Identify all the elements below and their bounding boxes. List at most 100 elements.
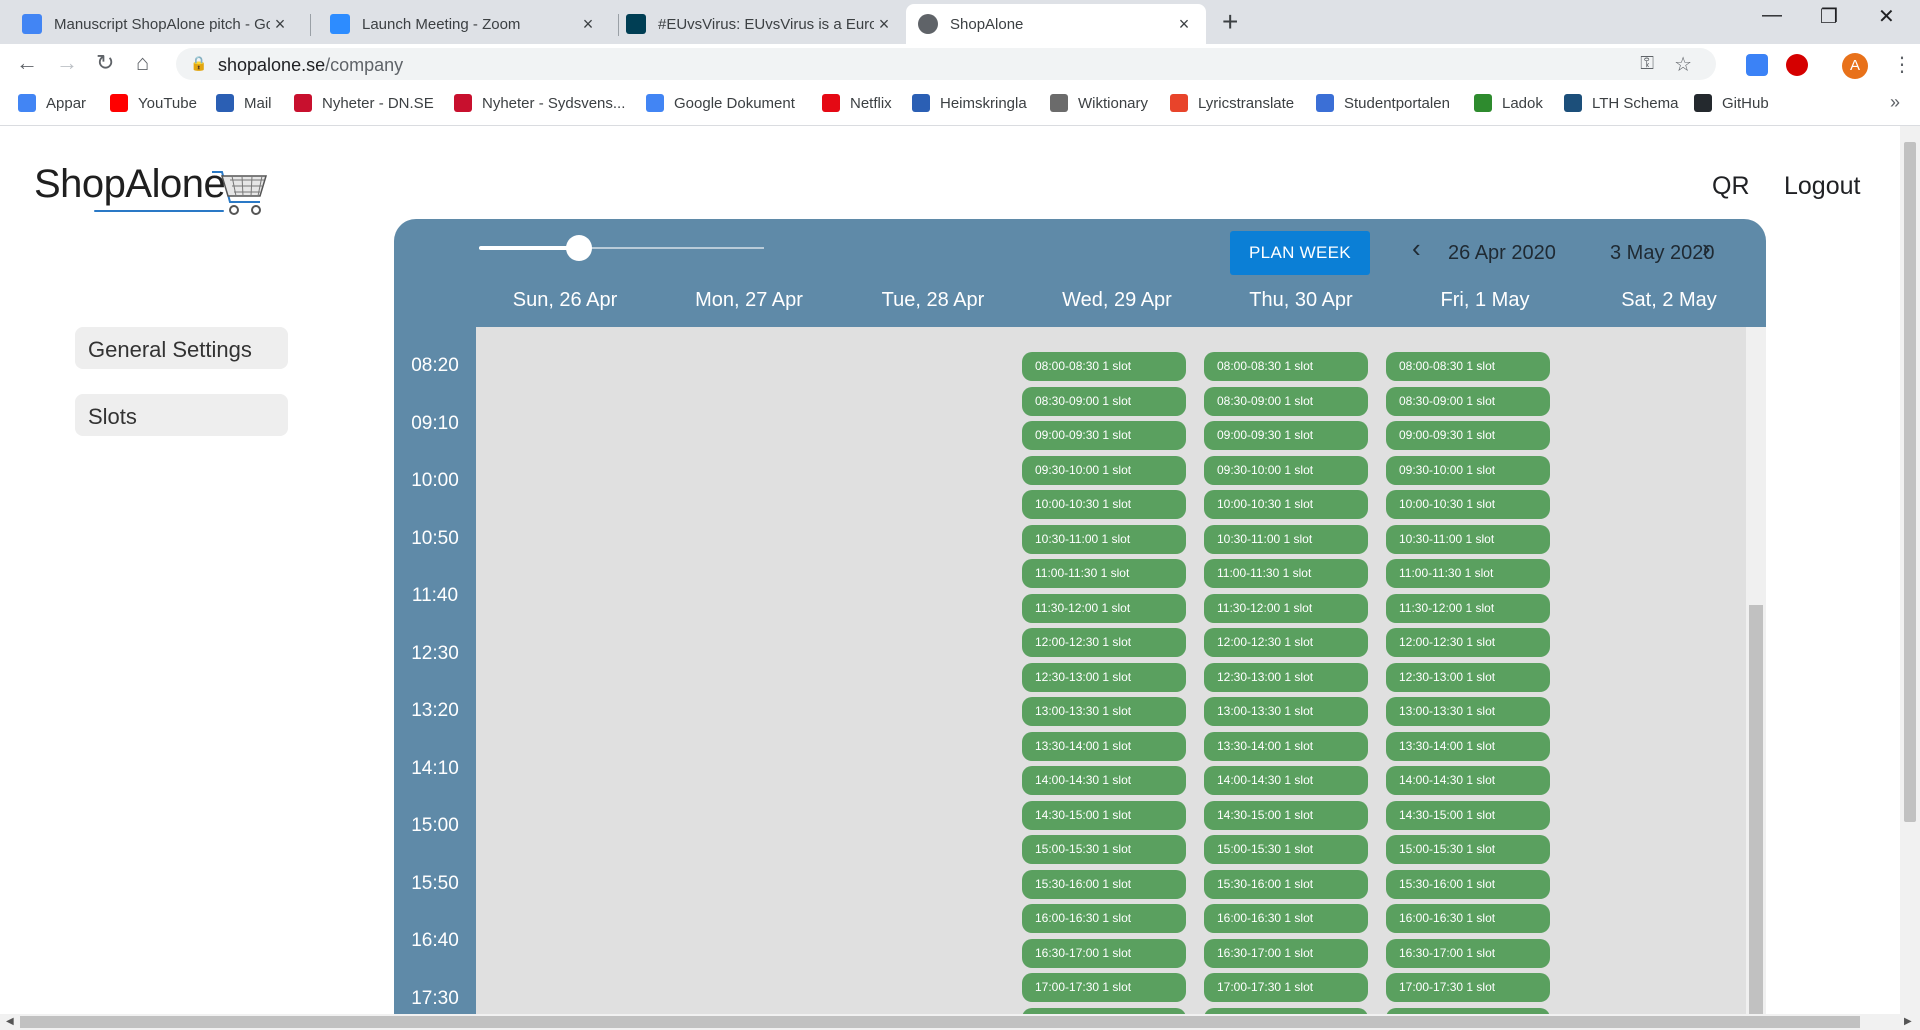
zoom-slider-thumb[interactable] bbox=[566, 235, 592, 261]
profile-avatar[interactable]: A bbox=[1842, 53, 1868, 79]
slot-button[interactable]: 10:30-11:00 1 slot bbox=[1204, 524, 1368, 554]
slot-button[interactable]: 14:00-14:30 1 slot bbox=[1204, 766, 1368, 795]
slot-button[interactable]: 09:00-09:30 1 slot bbox=[1022, 421, 1186, 450]
plan-week-button[interactable]: PLAN WEEK bbox=[1230, 231, 1370, 275]
slot-button[interactable]: 08:00-08:30 1 slot bbox=[1386, 352, 1550, 381]
reload-icon[interactable]: ↻ bbox=[96, 50, 114, 76]
slot-button[interactable]: 09:30-10:00 1 slot bbox=[1022, 455, 1186, 485]
bookmark-studentportalen[interactable]: Studentportalen bbox=[1316, 94, 1450, 112]
slot-button[interactable]: 14:30-15:00 1 slot bbox=[1204, 800, 1368, 830]
bookmark-ladok[interactable]: Ladok bbox=[1474, 94, 1543, 112]
slot-button[interactable]: 15:00-15:30 1 slot bbox=[1386, 835, 1550, 864]
more-bookmarks-icon[interactable]: » bbox=[1890, 92, 1900, 113]
restore-icon[interactable]: ❐ bbox=[1820, 4, 1838, 29]
slot-button[interactable]: 10:00-10:30 1 slot bbox=[1386, 490, 1550, 519]
slot-button[interactable]: 17:00-17:30 1 slot bbox=[1386, 973, 1550, 1002]
slots-button[interactable]: Slots bbox=[75, 394, 288, 436]
tab-3[interactable]: #EUvsVirus: EUvsVirus is a Europ × bbox=[614, 4, 906, 44]
slot-button[interactable]: 16:00-16:30 1 slot bbox=[1022, 904, 1186, 933]
slot-button[interactable]: 14:00-14:30 1 slot bbox=[1386, 766, 1550, 795]
slot-button[interactable]: 15:00-15:30 1 slot bbox=[1022, 835, 1186, 864]
slot-button[interactable]: 16:30-17:00 1 slot bbox=[1386, 938, 1550, 968]
slot-button[interactable]: 11:00-11:30 1 slot bbox=[1022, 559, 1186, 588]
slot-button[interactable]: 12:30-13:00 1 slot bbox=[1204, 662, 1368, 692]
slot-button[interactable]: 16:30-17:00 1 slot bbox=[1204, 938, 1368, 968]
slot-button[interactable]: 14:00-14:30 1 slot bbox=[1022, 766, 1186, 795]
url-field[interactable]: 🔒 shopalone.se/company ⚿ ☆ bbox=[176, 48, 1716, 80]
slot-button[interactable]: 08:00-08:30 1 slot bbox=[1204, 352, 1368, 381]
slot-button[interactable]: 13:30-14:00 1 slot bbox=[1022, 731, 1186, 761]
tab-2[interactable]: Launch Meeting - Zoom × bbox=[318, 4, 610, 44]
tab-close-icon[interactable]: × bbox=[270, 14, 290, 35]
slot-button[interactable]: 17:00-17:30 1 slot bbox=[1204, 973, 1368, 1002]
logout-link[interactable]: Logout bbox=[1784, 172, 1860, 201]
grid-scrollbar[interactable] bbox=[1746, 327, 1766, 1030]
previous-week-icon[interactable]: ‹ bbox=[1412, 233, 1421, 264]
scroll-left-icon[interactable]: ◀ bbox=[6, 1016, 14, 1027]
page-horizontal-scrollbar[interactable]: ◀ ▶ bbox=[0, 1014, 1920, 1030]
slot-button[interactable]: 11:30-12:00 1 slot bbox=[1204, 593, 1368, 623]
slot-button[interactable]: 11:30-12:00 1 slot bbox=[1386, 593, 1550, 623]
slot-button[interactable]: 09:00-09:30 1 slot bbox=[1204, 421, 1368, 450]
page-scrollbar[interactable] bbox=[1900, 126, 1920, 1014]
bookmark-lyricstranslate[interactable]: Lyricstranslate bbox=[1170, 94, 1294, 112]
bookmark-heimskringla[interactable]: Heimskringla bbox=[912, 94, 1027, 112]
forward-icon[interactable]: → bbox=[56, 50, 78, 76]
slot-button[interactable]: 15:00-15:30 1 slot bbox=[1204, 835, 1368, 864]
bookmark-appar[interactable]: Appar bbox=[18, 94, 86, 112]
bookmark-github[interactable]: GitHub bbox=[1694, 94, 1769, 112]
slot-button[interactable]: 08:30-09:00 1 slot bbox=[1386, 386, 1550, 416]
slot-button[interactable]: 09:00-09:30 1 slot bbox=[1386, 421, 1550, 450]
slot-button[interactable]: 16:00-16:30 1 slot bbox=[1386, 904, 1550, 933]
bookmark-mail[interactable]: Mail bbox=[216, 94, 272, 112]
browser-menu-icon[interactable]: ⋮ bbox=[1892, 52, 1912, 77]
slot-button[interactable]: 09:30-10:00 1 slot bbox=[1386, 455, 1550, 485]
qr-link[interactable]: QR bbox=[1712, 172, 1750, 201]
close-window-icon[interactable]: ✕ bbox=[1878, 4, 1895, 29]
slot-button[interactable]: 14:30-15:00 1 slot bbox=[1386, 800, 1550, 830]
slot-button[interactable]: 13:30-14:00 1 slot bbox=[1386, 731, 1550, 761]
bookmark-google-dokument[interactable]: Google Dokument bbox=[646, 94, 795, 112]
bookmark-lth-schema[interactable]: LTH Schema bbox=[1564, 94, 1678, 112]
slot-button[interactable]: 15:30-16:00 1 slot bbox=[1386, 869, 1550, 899]
tab-close-icon[interactable]: × bbox=[1174, 14, 1194, 35]
slot-button[interactable]: 16:30-17:00 1 slot bbox=[1022, 938, 1186, 968]
slot-button[interactable]: 12:30-13:00 1 slot bbox=[1386, 662, 1550, 692]
tab-close-icon[interactable]: × bbox=[874, 14, 894, 35]
slot-button[interactable]: 12:00-12:30 1 slot bbox=[1022, 628, 1186, 657]
slot-button[interactable]: 08:00-08:30 1 slot bbox=[1022, 352, 1186, 381]
slot-button[interactable]: 11:00-11:30 1 slot bbox=[1386, 559, 1550, 588]
scroll-right-icon[interactable]: ▶ bbox=[1904, 1016, 1912, 1027]
shopalone-logo[interactable]: ShopAlone bbox=[34, 162, 268, 215]
slot-button[interactable]: 13:00-13:30 1 slot bbox=[1022, 697, 1186, 726]
slot-button[interactable]: 13:00-13:30 1 slot bbox=[1386, 697, 1550, 726]
slot-button[interactable]: 14:30-15:00 1 slot bbox=[1022, 800, 1186, 830]
slot-button[interactable]: 16:00-16:30 1 slot bbox=[1204, 904, 1368, 933]
minimize-icon[interactable]: — bbox=[1762, 4, 1782, 27]
tab-close-icon[interactable]: × bbox=[578, 14, 598, 35]
slot-button[interactable]: 15:30-16:00 1 slot bbox=[1022, 869, 1186, 899]
tab-1[interactable]: Manuscript ShopAlone pitch - Go × bbox=[10, 4, 302, 44]
back-icon[interactable]: ← bbox=[16, 50, 38, 76]
bookmark-star-icon[interactable]: ☆ bbox=[1674, 52, 1692, 77]
bookmark-youtube[interactable]: YouTube bbox=[110, 94, 197, 112]
next-week-icon[interactable]: › bbox=[1702, 233, 1711, 264]
slot-button[interactable]: 08:30-09:00 1 slot bbox=[1204, 386, 1368, 416]
slot-button[interactable]: 13:30-14:00 1 slot bbox=[1204, 731, 1368, 761]
tab-4[interactable]: ShopAlone × bbox=[906, 4, 1206, 44]
slot-button[interactable]: 12:00-12:30 1 slot bbox=[1204, 628, 1368, 657]
slot-button[interactable]: 09:30-10:00 1 slot bbox=[1204, 455, 1368, 485]
bookmark-nyheter-sydsvens[interactable]: Nyheter - Sydsvens... bbox=[454, 94, 625, 112]
slot-button[interactable]: 13:00-13:30 1 slot bbox=[1204, 697, 1368, 726]
slot-button[interactable]: 11:00-11:30 1 slot bbox=[1204, 559, 1368, 588]
slot-button[interactable]: 10:00-10:30 1 slot bbox=[1204, 490, 1368, 519]
key-icon[interactable]: ⚿ bbox=[1640, 53, 1654, 74]
slot-button[interactable]: 17:00-17:30 1 slot bbox=[1022, 973, 1186, 1002]
new-tab-button[interactable]: + bbox=[1222, 6, 1238, 38]
slot-button[interactable]: 11:30-12:00 1 slot bbox=[1022, 593, 1186, 623]
slot-button[interactable]: 12:00-12:30 1 slot bbox=[1386, 628, 1550, 657]
slot-button[interactable]: 08:30-09:00 1 slot bbox=[1022, 386, 1186, 416]
extension-icon[interactable] bbox=[1746, 54, 1768, 76]
bookmark-wiktionary[interactable]: Wiktionary bbox=[1050, 94, 1148, 112]
slot-button[interactable]: 15:30-16:00 1 slot bbox=[1204, 869, 1368, 899]
